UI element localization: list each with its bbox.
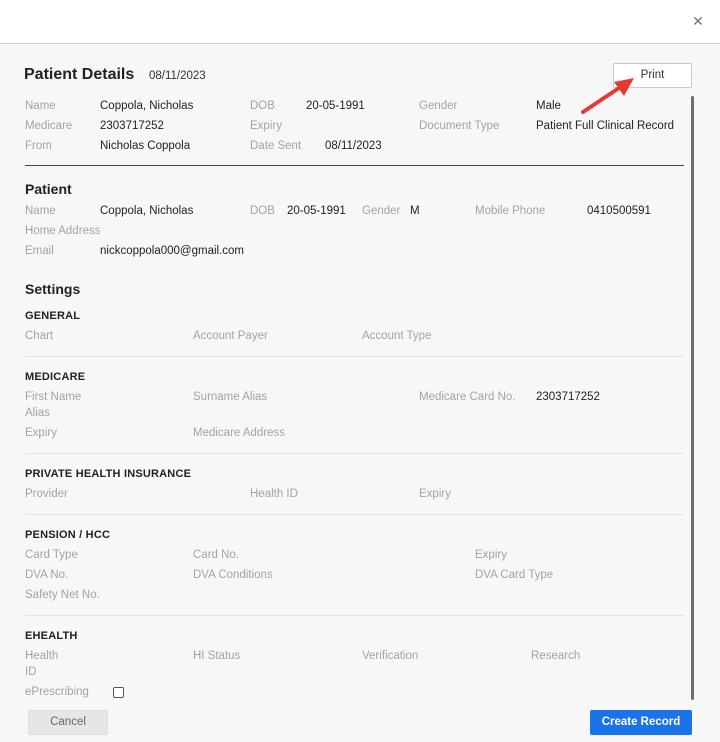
patient-gender-value: M — [410, 205, 420, 217]
patient-name-value: Coppola, Nicholas — [100, 205, 194, 217]
pension-dvacardtype-label: DVA Card Type — [475, 569, 554, 581]
medicare-address-label: Medicare Address — [193, 427, 286, 439]
doc-name-label: Name — [25, 100, 56, 112]
create-record-button[interactable]: Create Record — [590, 710, 692, 735]
settings-section-title: Settings — [25, 281, 81, 297]
medicare-cardno-label: Medicare Card No. — [419, 391, 516, 403]
section-divider — [25, 615, 684, 616]
pension-dvacond-label: DVA Conditions — [193, 569, 273, 581]
general-type-label: Account Type — [362, 330, 432, 342]
patient-gender-label: Gender — [362, 205, 401, 217]
patient-mobile-value: 0410500591 — [587, 205, 651, 217]
section-divider — [25, 453, 684, 454]
ehealth-eprescribing-label: ePrescribing — [25, 686, 89, 698]
medicare-firstname-label: First Name — [25, 391, 82, 403]
doc-datesent-label: Date Sent — [250, 140, 302, 152]
ehealth-healthid-label: Health — [25, 650, 59, 662]
doc-gender-label: Gender — [419, 100, 458, 112]
patient-mobile-label: Mobile Phone — [475, 205, 546, 217]
section-divider — [25, 165, 684, 166]
ehealth-histatus-label: HI Status — [193, 650, 241, 662]
doc-dob-value: 20-05-1991 — [306, 100, 365, 112]
pension-safetynet-label: Safety Net No. — [25, 589, 100, 601]
phi-title: PRIVATE HEALTH INSURANCE — [25, 468, 192, 480]
general-payer-label: Account Payer — [193, 330, 268, 342]
doc-expiry-label: Expiry — [250, 120, 282, 132]
patient-dob-label: DOB — [250, 205, 275, 217]
pension-expiry-label: Expiry — [475, 549, 507, 561]
ehealth-verification-label: Verification — [362, 650, 419, 662]
medicare-firstname-label-2: Alias — [25, 407, 50, 419]
general-title: GENERAL — [25, 310, 81, 322]
doc-gender-value: Male — [536, 100, 561, 112]
eprescribing-checkbox[interactable] — [113, 687, 124, 698]
ehealth-research-label: Research — [531, 650, 581, 662]
ehealth-healthid-label-2: ID — [25, 666, 37, 678]
patient-email-label: Email — [25, 245, 54, 257]
phi-provider-label: Provider — [25, 488, 68, 500]
general-chart-label: Chart — [25, 330, 54, 342]
doc-medicare-value: 2303717252 — [100, 120, 164, 132]
page-title: Patient Details — [24, 66, 135, 83]
cancel-button[interactable]: Cancel — [28, 710, 108, 735]
doc-type-value: Patient Full Clinical Record — [536, 120, 675, 132]
phi-expiry-label: Expiry — [419, 488, 451, 500]
dialog-content: Patient Details 08/11/2023 Print Name Co… — [0, 44, 720, 742]
medicare-cardno-value: 2303717252 — [536, 391, 600, 403]
patient-address-label: Home Address — [25, 225, 101, 237]
page-title-date: 08/11/2023 — [149, 70, 206, 82]
scrollbar[interactable] — [691, 96, 694, 700]
doc-dob-label: DOB — [250, 100, 275, 112]
patient-section-title: Patient — [25, 181, 72, 197]
pension-title: PENSION / HCC — [25, 529, 111, 541]
doc-from-label: From — [25, 140, 52, 152]
ehealth-title: EHEALTH — [25, 630, 78, 642]
doc-datesent-value: 08/11/2023 — [325, 140, 382, 152]
doc-name-value: Coppola, Nicholas — [100, 100, 194, 112]
print-button[interactable]: Print — [613, 63, 692, 88]
doc-type-label: Document Type — [419, 120, 500, 132]
patient-name-label: Name — [25, 205, 56, 217]
section-divider — [25, 514, 684, 515]
pension-dvano-label: DVA No. — [25, 569, 69, 581]
medicare-surname-label: Surname Alias — [193, 391, 268, 403]
close-icon[interactable]: ✕ — [690, 13, 706, 29]
doc-from-value: Nicholas Coppola — [100, 140, 191, 152]
patient-dob-value: 20-05-1991 — [287, 205, 346, 217]
phi-healthid-label: Health ID — [250, 488, 298, 500]
medicare-title: MEDICARE — [25, 371, 86, 383]
section-divider — [25, 356, 684, 357]
doc-medicare-label: Medicare — [25, 120, 73, 132]
patient-email-value: nickcoppola000@gmail.com — [100, 245, 244, 257]
dialog-titlebar: ✕ — [0, 0, 720, 44]
medicare-expiry-label: Expiry — [25, 427, 57, 439]
pension-cardno-label: Card No. — [193, 549, 240, 561]
pension-cardtype-label: Card Type — [25, 549, 78, 561]
